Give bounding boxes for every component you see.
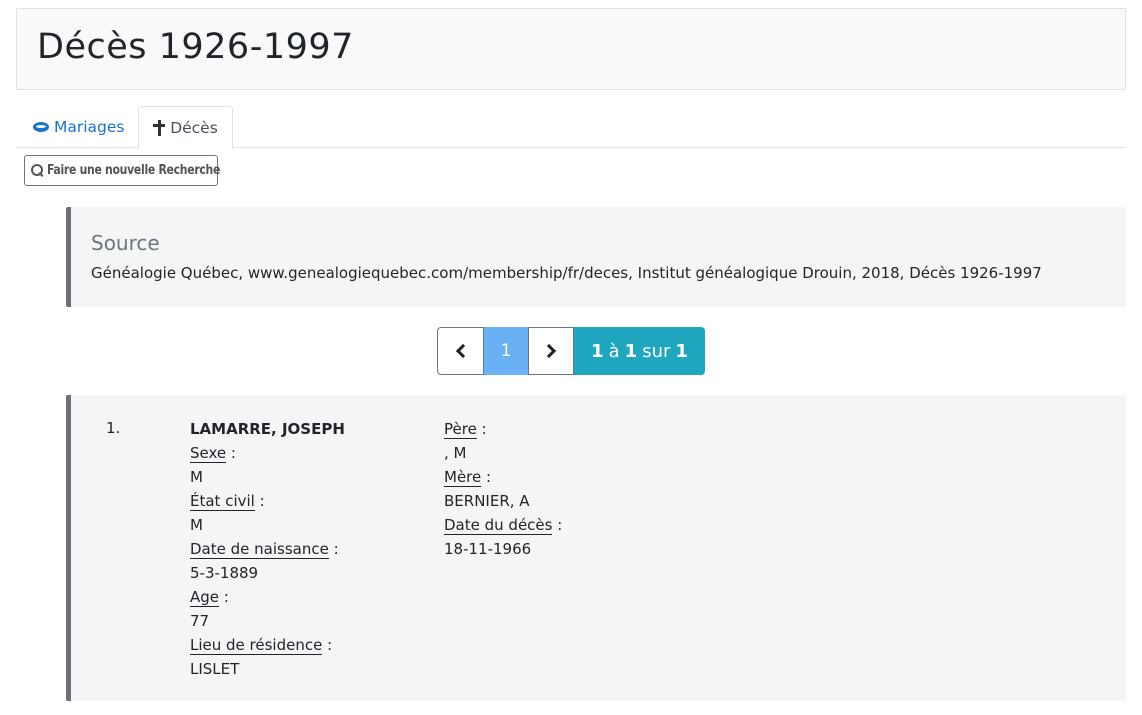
new-search-label: Faire une nouvelle Recherche (47, 163, 221, 178)
source-text: Généalogie Québec, www.genealogiequebec.… (91, 264, 1042, 282)
result-record: 1. LAMARRE, JOSEPH Sexe : M État civil :… (66, 395, 1126, 701)
tab-deces[interactable]: Décès (138, 106, 233, 149)
date-naissance-value: 5-3-1889 (190, 564, 259, 582)
record-name: LAMARRE, JOSEPH (190, 420, 345, 438)
tab-deces-label: Décès (170, 118, 218, 137)
mere-value: BERNIER, A (444, 492, 530, 510)
page-header: Décès 1926-1997 (16, 8, 1126, 90)
results-total: 1 (675, 340, 688, 362)
record-column-right: Père : , M Mère : BERNIER, A Date du déc… (444, 417, 562, 561)
sexe-value: M (190, 468, 203, 486)
field-label: Lieu de résidence : (190, 636, 333, 655)
etat-civil-value: M (190, 516, 203, 534)
record-column-left: LAMARRE, JOSEPH Sexe : M État civil : M … (190, 417, 345, 681)
tab-bar: Mariages Décès (16, 106, 1126, 149)
field-label: Père : (444, 420, 487, 439)
field-label: État civil : (190, 492, 265, 511)
field-label: Sexe : (190, 444, 236, 463)
tab-mariages[interactable]: Mariages (16, 106, 142, 148)
pere-value: , M (444, 444, 467, 462)
range-end: 1 (624, 340, 638, 362)
search-icon (31, 164, 44, 177)
rings-icon (33, 122, 49, 132)
chevron-left-icon (455, 343, 470, 359)
range-start: 1 (591, 340, 604, 362)
record-index: 1. (106, 419, 121, 437)
page-title: Décès 1926-1997 (37, 27, 354, 67)
of-word: sur (642, 340, 671, 362)
page-number-button[interactable]: 1 (484, 327, 528, 375)
date-deces-label: Date du décès (444, 516, 553, 535)
age-value: 77 (190, 612, 210, 630)
age-label: Age (190, 588, 220, 607)
chevron-right-icon (541, 343, 557, 359)
page: Décès 1926-1997 Mariages Décès Faire une… (0, 0, 1142, 715)
etat-civil-label: État civil (190, 492, 255, 511)
lieu-residence-label: Lieu de résidence (190, 636, 323, 655)
tab-mariages-label: Mariages (54, 118, 125, 136)
previous-page-button[interactable] (437, 327, 484, 375)
new-search-button[interactable]: Faire une nouvelle Recherche (24, 155, 221, 186)
field-label: Age : (190, 588, 229, 607)
next-page-button[interactable] (528, 327, 574, 375)
date-naissance-label: Date de naissance (190, 540, 329, 559)
range-word: à (608, 340, 620, 362)
date-deces-value: 18-11-1966 (444, 540, 532, 558)
source-panel: Source Généalogie Québec, www.genealogie… (66, 207, 1126, 307)
lieu-residence-value: LISLET (190, 660, 240, 678)
results-count: 1 à 1 sur 1 (574, 327, 705, 375)
pagination: 1 1 à 1 sur 1 (437, 327, 705, 375)
field-label: Date du décès : (444, 516, 563, 535)
cross-icon (153, 119, 166, 136)
sexe-label: Sexe (190, 444, 227, 463)
field-label: Mère : (444, 468, 492, 487)
field-label: Date de naissance : (190, 540, 339, 559)
source-title: Source (91, 231, 160, 255)
pere-label: Père (444, 420, 477, 439)
mere-label: Mère (444, 468, 482, 487)
